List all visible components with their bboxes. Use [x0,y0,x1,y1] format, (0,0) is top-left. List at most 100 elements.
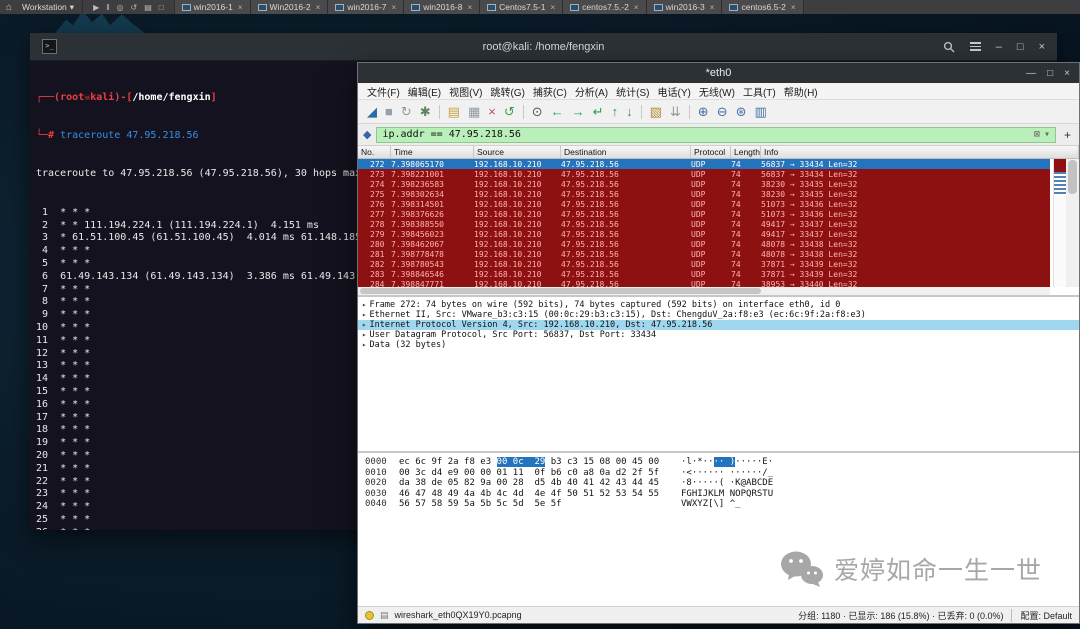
column-header-destination[interactable]: Destination [561,146,691,158]
hex-dump-row[interactable]: 0030 46 47 48 49 4a 4b 4c 4d 4e 4f 50 51 … [365,489,1079,500]
column-header-length[interactable]: Length [731,146,761,158]
close-button[interactable]: × [1039,41,1045,53]
expand-arrow-icon[interactable]: ▸ [362,340,367,349]
expand-arrow-icon[interactable]: ▸ [362,310,367,319]
resize-columns-icon[interactable]: ▥ [755,105,767,118]
go-first-packet-icon[interactable]: ↑ [612,105,619,118]
reload-file-icon[interactable]: ↺ [504,105,515,118]
vmware-vm-tab[interactable]: win2016-3 × [646,0,723,14]
packet-row[interactable]: 272 7.398065170 192.168.10.210 47.95.218… [358,159,1050,169]
filter-bookmark-icon[interactable]: ◆ [363,128,371,141]
packet-detail-row[interactable]: ▸ Data (32 bytes) [358,340,1079,350]
vm-console-view-icon[interactable]: ▤ [144,3,152,12]
find-packet-icon[interactable]: ⊙ [532,105,543,118]
hex-dump-row[interactable]: 0040 56 57 58 59 5a 5b 5c 5d 5e 5f VWXYZ[\… [365,499,1079,510]
packet-row[interactable]: 277 7.398376626 192.168.10.210 47.95.218… [358,209,1050,219]
expand-arrow-icon[interactable]: ▸ [362,300,367,309]
menu-item[interactable]: 无线(W) [695,84,739,99]
vm-tab-close-icon[interactable]: × [710,3,715,12]
colorize-packets-icon[interactable]: ▧ [650,105,662,118]
start-capture-icon[interactable]: ◢ [367,105,377,118]
zoom-out-icon[interactable]: ⊖ [717,105,728,118]
vm-snapshot-icon[interactable]: ◎ [117,3,124,12]
packet-row[interactable]: 283 7.398846546 192.168.10.210 47.95.218… [358,269,1050,279]
menu-item[interactable]: 编辑(E) [404,84,445,99]
display-filter-input[interactable]: ip.addr == 47.95.218.56 ⊠ ▾ [376,126,1056,143]
expand-arrow-icon[interactable]: ▸ [362,330,367,339]
capture-options-icon[interactable]: ✱ [420,105,431,118]
close-file-icon[interactable]: × [488,105,496,118]
profile-label[interactable]: 配置: Default [1011,608,1072,622]
packet-list-vertical-scrollbar[interactable] [1066,159,1079,287]
menu-item[interactable]: 统计(S) [612,84,653,99]
menu-item[interactable]: 工具(T) [739,84,780,99]
vmware-vm-tab[interactable]: win2016-7 × [328,0,405,14]
filter-clear-icon[interactable]: ⊠ [1034,129,1040,140]
column-header-no[interactable]: No. [358,146,391,158]
go-back-icon[interactable]: ← [551,105,564,118]
maximize-button[interactable]: □ [1017,41,1024,53]
column-header-time[interactable]: Time [391,146,474,158]
column-header-source[interactable]: Source [474,146,561,158]
filter-dropdown-icon[interactable]: ▾ [1044,129,1050,140]
go-forward-icon[interactable]: → [572,105,585,118]
packet-row[interactable]: 278 7.398388550 192.168.10.210 47.95.218… [358,219,1050,229]
auto-scroll-icon[interactable]: ⇊ [670,105,681,118]
hex-dump-row[interactable]: 0020 da 38 de 05 82 9a 00 28 d5 4b 40 41 … [365,478,1079,489]
packet-detail-row[interactable]: ▸ Ethernet II, Src: VMware_b3:c3:15 (00:0… [358,310,1079,320]
open-file-icon[interactable]: ▤ [448,105,460,118]
vm-tab-close-icon[interactable]: × [550,3,555,12]
packet-row[interactable]: 274 7.398236583 192.168.10.210 47.95.218… [358,179,1050,189]
stop-capture-icon[interactable]: ■ [385,105,393,118]
packet-row[interactable]: 280 7.398462067 192.168.10.210 47.95.218… [358,239,1050,249]
packet-row[interactable]: 273 7.398221001 192.168.10.210 47.95.218… [358,169,1050,179]
minimize-button[interactable]: — [1026,68,1036,79]
go-to-packet-icon[interactable]: ↵ [593,105,604,118]
search-icon[interactable] [943,41,955,53]
vmware-vm-tab[interactable]: win2016-1 × [174,0,251,14]
vm-fullscreen-icon[interactable]: □ [159,3,164,12]
vm-revert-icon[interactable]: ↺ [131,3,138,12]
zoom-in-icon[interactable]: ⊕ [698,105,709,118]
vmware-vm-tab[interactable]: Win2016-2 × [250,0,329,14]
packet-detail-row[interactable]: ▸ Frame 272: 74 bytes on wire (592 bits),… [358,300,1079,310]
vm-power-icon[interactable]: ▶ [93,3,99,12]
hex-dump-row[interactable]: 0000 ec 6c 9f 2a f8 e3 00 0c 29 b3 c3 15 … [365,457,1079,468]
packet-row[interactable]: 284 7.398847771 192.168.10.210 47.95.218… [358,279,1050,287]
workstation-menu[interactable]: Workstation ▾ [18,0,84,14]
wireshark-titlebar[interactable]: *eth0 — □ × [358,63,1079,83]
vm-tab-close-icon[interactable]: × [467,3,472,12]
vm-suspend-icon[interactable]: ‖ [106,3,109,12]
packet-row[interactable]: 282 7.398780543 192.168.10.210 47.95.218… [358,259,1050,269]
go-last-packet-icon[interactable]: ↓ [626,105,633,118]
vmware-vm-tab[interactable]: Centos7.5-1 × [480,0,564,14]
menu-item[interactable]: 视图(V) [445,84,486,99]
vmware-vm-tab[interactable]: win2016-8 × [404,0,481,14]
vm-tab-close-icon[interactable]: × [392,3,397,12]
hex-dump-row[interactable]: 0010 00 3c d4 e9 00 00 01 11 0f b6 c0 a8 … [365,468,1079,479]
vm-tab-close-icon[interactable]: × [634,3,639,12]
vm-tab-close-icon[interactable]: × [791,3,796,12]
menu-item[interactable]: 文件(F) [363,84,404,99]
expand-arrow-icon[interactable]: ▸ [362,320,367,329]
minimize-button[interactable]: – [996,41,1002,53]
filter-add-button[interactable]: + [1061,128,1074,142]
column-header-info[interactable]: Info [761,146,1079,158]
menu-item[interactable]: 电话(Y) [654,84,695,99]
capture-comment-icon[interactable]: ▤ [380,610,389,621]
vm-tab-close-icon[interactable]: × [316,3,321,12]
packet-row[interactable]: 276 7.398314501 192.168.10.210 47.95.218… [358,199,1050,209]
column-header-protocol[interactable]: Protocol [691,146,731,158]
packet-row[interactable]: 279 7.398456023 192.168.10.210 47.95.218… [358,229,1050,239]
home-icon[interactable]: ⌂ [0,2,18,13]
terminal-titlebar[interactable]: >_ root@kali: /home/fengxin – □ × [30,33,1057,61]
maximize-button[interactable]: □ [1047,68,1053,79]
vmware-vm-tab[interactable]: centos6.5-2 × [722,0,804,14]
packet-detail-row[interactable]: ▸ User Datagram Protocol, Src Port: 56837… [358,330,1079,340]
save-file-icon[interactable]: ▦ [468,105,480,118]
vm-tab-close-icon[interactable]: × [238,3,243,12]
packet-row[interactable]: 275 7.398302634 192.168.10.210 47.95.218… [358,189,1050,199]
expert-info-icon[interactable] [365,610,374,620]
packet-detail-row[interactable]: ▸ Internet Protocol Version 4, Src: 192.1… [358,320,1079,330]
menu-item[interactable]: 分析(A) [571,84,612,99]
